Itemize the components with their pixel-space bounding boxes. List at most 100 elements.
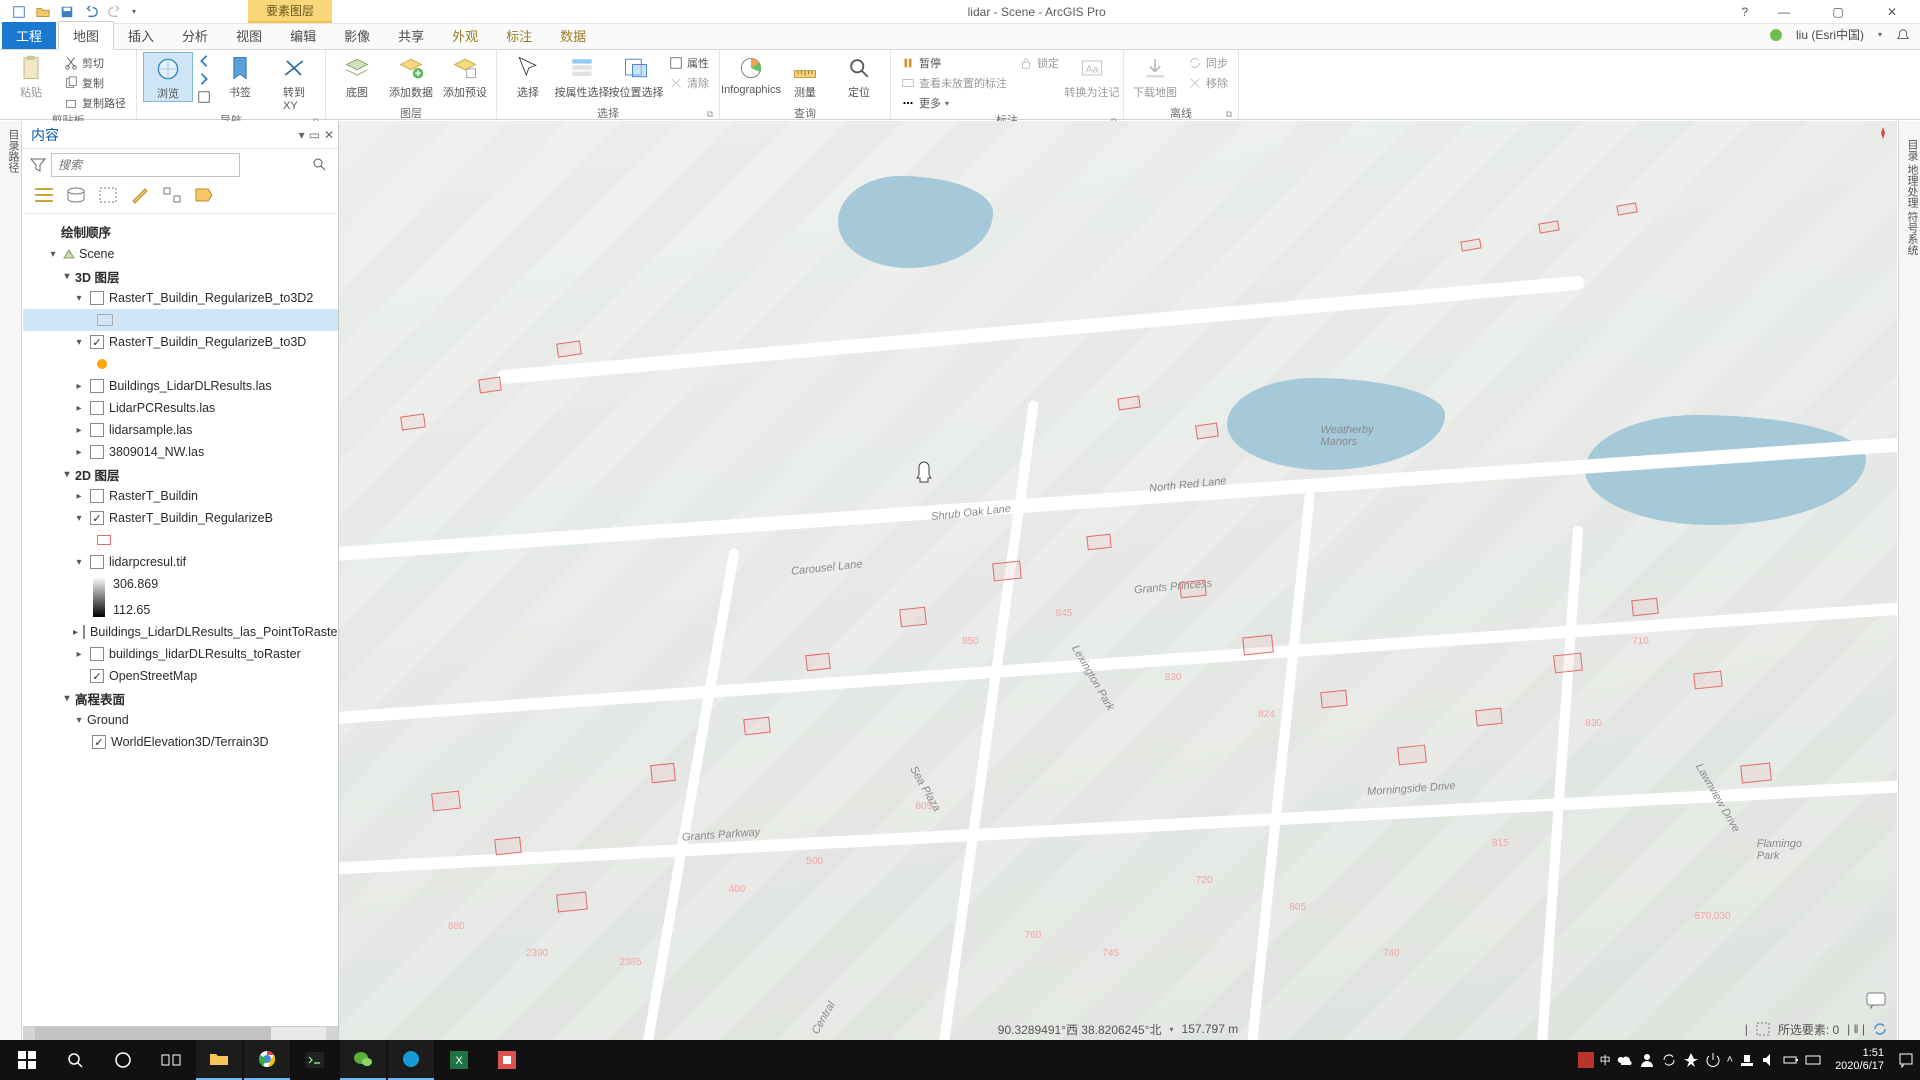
signed-in-icon[interactable] (1770, 29, 1782, 41)
close-button[interactable]: ✕ (1874, 5, 1910, 19)
attributes-button[interactable]: 属性 (665, 54, 713, 72)
layer-checkbox[interactable] (90, 445, 104, 459)
add-data-button[interactable]: 添加数据 (386, 52, 436, 100)
contents-tree[interactable]: 绘制顺序 ▾Scene ▾3D 图层 ▾RasterT_Buildin_Regu… (23, 214, 338, 1026)
explore-button[interactable]: 浏览 (143, 52, 193, 102)
tree-group-3d[interactable]: ▾3D 图层 (23, 265, 338, 287)
user-menu-icon[interactable]: ▾ (1878, 30, 1882, 39)
tree-layer-3d-4[interactable]: ▸lidarsample.las (23, 419, 338, 441)
pane-menu-icon[interactable]: ▾ (299, 128, 305, 142)
pane-close-icon[interactable]: ✕ (324, 128, 334, 142)
labels-more-button[interactable]: 更多▾ (897, 94, 1011, 112)
tree-scene[interactable]: ▾Scene (23, 243, 338, 265)
scroll-right-icon[interactable] (326, 1027, 338, 1040)
taskbar-clock[interactable]: 1:51 2020/6/17 (1827, 1047, 1892, 1073)
tree-layer-3d-1[interactable]: ▾✓RasterT_Buildin_RegularizeB_to3D (23, 331, 338, 353)
layer-checkbox[interactable] (90, 647, 104, 661)
signed-in-user[interactable]: liu (Esri中国) (1796, 26, 1864, 43)
tree-layer-2d-5[interactable]: ✓OpenStreetMap (23, 665, 338, 687)
tree-layer-2d-2[interactable]: ▾lidarpcresul.tif (23, 551, 338, 573)
convert-labels-button[interactable]: Aa转换为注记 (1067, 52, 1117, 100)
tray-network-icon[interactable] (1739, 1052, 1755, 1068)
redo-icon[interactable] (108, 5, 122, 19)
tray-power-icon[interactable] (1705, 1052, 1721, 1068)
infographics-button[interactable]: Infographics (726, 52, 776, 96)
tree-layer-3d-0-sym[interactable] (23, 309, 338, 331)
list-by-drawing-icon[interactable] (33, 185, 55, 205)
clear-selection-button[interactable]: 清除 (665, 74, 713, 92)
basemap-button[interactable]: 底图 (332, 52, 382, 100)
layer-checkbox[interactable] (90, 423, 104, 437)
refresh-icon[interactable] (1873, 1022, 1887, 1036)
edge-button[interactable] (388, 1040, 434, 1080)
contents-search-input[interactable] (51, 153, 240, 177)
terminal-button[interactable] (292, 1040, 338, 1080)
layer-checkbox[interactable]: ✓ (90, 335, 104, 349)
excel-button[interactable]: X (436, 1040, 482, 1080)
view-unplaced-button[interactable]: 查看未放置的标注 (897, 74, 1011, 92)
list-by-snapping-icon[interactable] (161, 185, 183, 205)
tray-cloud-icon[interactable] (1617, 1052, 1633, 1068)
layer-checkbox[interactable] (90, 555, 104, 569)
open-project-icon[interactable] (36, 5, 50, 19)
ime-indicator[interactable]: 中 (1600, 1052, 1611, 1068)
search-icon[interactable] (312, 157, 326, 171)
paste-button[interactable]: 粘贴 (6, 52, 56, 100)
offline-launcher-icon[interactable]: ⧉ (1224, 109, 1234, 119)
tab-map[interactable]: 地图 (58, 21, 114, 50)
download-map-button[interactable]: 下载地图 (1130, 52, 1180, 100)
lock-labels-button[interactable]: 锁定 (1015, 54, 1063, 72)
tab-share[interactable]: 共享 (384, 22, 438, 49)
list-by-source-icon[interactable] (65, 185, 87, 205)
tree-ground[interactable]: ▾Ground (23, 709, 338, 731)
tab-insert[interactable]: 插入 (114, 22, 168, 49)
nav-back-icon[interactable] (197, 54, 211, 68)
select-by-loc-button[interactable]: 按位置选择 (611, 52, 661, 100)
tab-data[interactable]: 数据 (546, 22, 600, 49)
copy-button[interactable]: 复制 (60, 74, 130, 92)
tab-labeling[interactable]: 标注 (492, 22, 546, 49)
tray-people-icon[interactable] (1639, 1052, 1655, 1068)
nav-full-icon[interactable] (197, 90, 211, 104)
cortana-button[interactable] (100, 1040, 146, 1080)
pane-autohide-icon[interactable]: ▭ (309, 128, 320, 142)
minimize-button[interactable]: — (1766, 5, 1802, 19)
help-icon[interactable]: ? (1741, 5, 1748, 19)
layer-checkbox[interactable] (90, 291, 104, 305)
tree-layer-3d-2[interactable]: ▸Buildings_LidarDLResults.las (23, 375, 338, 397)
save-icon[interactable] (60, 5, 74, 19)
goto-xy-button[interactable]: 转到 XY (269, 52, 319, 112)
scroll-left-icon[interactable] (23, 1027, 35, 1040)
tray-pin-icon[interactable] (1683, 1052, 1699, 1068)
selection-launcher-icon[interactable]: ⧉ (705, 109, 715, 119)
tree-layer-3d-3[interactable]: ▸LidarPCResults.las (23, 397, 338, 419)
chrome-button[interactable] (244, 1040, 290, 1080)
system-tray[interactable]: 中 ˄ 1:51 2020/6/17 (1578, 1047, 1920, 1073)
tab-file[interactable]: 工程 (2, 22, 56, 49)
tab-imagery[interactable]: 影像 (330, 22, 384, 49)
compass-icon[interactable] (1877, 127, 1889, 139)
tree-group-2d[interactable]: ▾2D 图层 (23, 463, 338, 485)
tree-layer-2d-1[interactable]: ▾✓RasterT_Buildin_RegularizeB (23, 507, 338, 529)
coord-menu-icon[interactable]: ▾ (1170, 1025, 1174, 1034)
layer-checkbox[interactable] (83, 625, 85, 639)
tab-edit[interactable]: 编辑 (276, 22, 330, 49)
select-button[interactable]: 选择 (503, 52, 553, 100)
tab-appearance[interactable]: 外观 (438, 22, 492, 49)
layer-checkbox[interactable] (90, 489, 104, 503)
taskbar[interactable]: X 中 ˄ 1:51 2020/6/17 (0, 1040, 1920, 1080)
tree-layer-2d-0[interactable]: ▸RasterT_Buildin (23, 485, 338, 507)
filter-icon[interactable] (29, 156, 47, 174)
layer-checkbox[interactable] (90, 379, 104, 393)
tree-layer-2d-4[interactable]: ▸buildings_lidarDLResults_toRaster (23, 643, 338, 665)
recorder-button[interactable] (484, 1040, 530, 1080)
tray-expand-icon[interactable]: ˄ (1727, 1054, 1733, 1066)
tree-elevation-0[interactable]: ✓WorldElevation3D/Terrain3D (23, 731, 338, 753)
new-project-icon[interactable] (12, 5, 26, 19)
action-center-icon[interactable] (1898, 1052, 1914, 1068)
layer-checkbox[interactable] (90, 401, 104, 415)
select-by-attr-button[interactable]: 按属性选择 (557, 52, 607, 100)
add-preset-button[interactable]: 添加预设 (440, 52, 490, 100)
locate-button[interactable]: 定位 (834, 52, 884, 100)
remove-offline-button[interactable]: 移除 (1184, 74, 1232, 92)
